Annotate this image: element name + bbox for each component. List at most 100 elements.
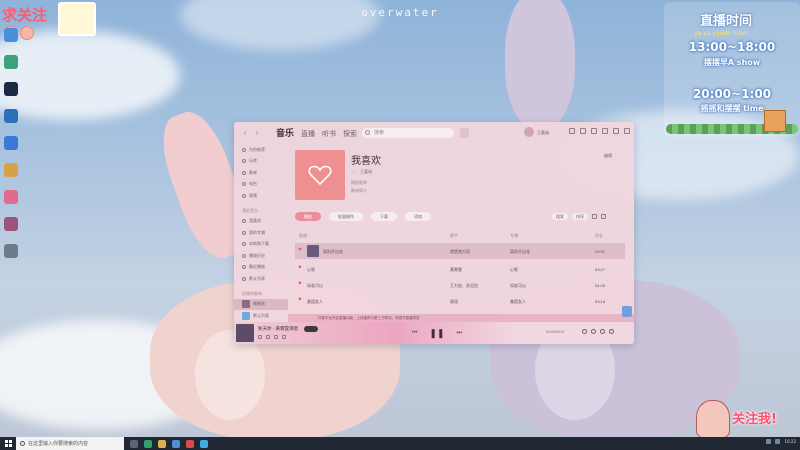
sidebar-item-playlists[interactable]: 歌单: [234, 167, 288, 179]
taskbar-search[interactable]: 在这里输入你要搜索的内容: [16, 437, 124, 450]
download-button[interactable]: 下载: [371, 212, 397, 221]
song-album[interactable]: 心呢: [510, 267, 518, 273]
sidebar-item-default-list[interactable]: 默认列表: [234, 273, 288, 285]
album-icon: [242, 230, 246, 235]
sidebar-item-recommend[interactable]: 为你推荐: [234, 144, 288, 156]
table-row[interactable]: ♥ 美国女人 周深 美国女人 03:18: [295, 293, 625, 309]
lock-icon[interactable]: [601, 214, 606, 219]
comment-icon[interactable]: [274, 335, 278, 339]
face-icon: [20, 26, 34, 40]
sidebar-item-recent[interactable]: 最近播放: [234, 262, 288, 274]
app-icon[interactable]: [186, 439, 194, 448]
window-controls: [569, 128, 630, 134]
table-row[interactable]: ♥ 离别开出花 就是南方凯 离别开出花 03:31: [295, 243, 625, 259]
pause-icon[interactable]: ❚❚: [429, 328, 444, 339]
download-icon[interactable]: [266, 335, 270, 339]
minimize-icon[interactable]: [602, 128, 608, 134]
add-button[interactable]: 添加: [405, 212, 431, 221]
forward-icon[interactable]: ›: [252, 128, 262, 137]
queue-icon[interactable]: [609, 329, 614, 334]
heart-icon[interactable]: [258, 335, 262, 339]
desktop-app-icon[interactable]: [4, 190, 18, 204]
history-icon: [242, 253, 246, 258]
song-artist[interactable]: 黄霄雲: [450, 267, 462, 273]
back-icon[interactable]: ‹: [240, 128, 250, 137]
settings-icon[interactable]: [591, 128, 597, 134]
network-icon[interactable]: [766, 439, 772, 444]
batch-button[interactable]: 批量操作: [329, 212, 363, 221]
heart-icon[interactable]: ♥: [298, 281, 302, 287]
sidebar-item-radio[interactable]: 电台: [234, 179, 288, 191]
sidebar-item-label: 播放历史: [249, 252, 265, 258]
app-icon[interactable]: [172, 439, 180, 448]
song-artist[interactable]: 周深: [450, 299, 458, 305]
tab-music[interactable]: 音乐: [276, 126, 294, 139]
heart-icon[interactable]: ♥: [298, 247, 302, 253]
heart-icon[interactable]: ♥: [298, 265, 302, 271]
desktop-app-icon[interactable]: [4, 109, 18, 123]
sidebar-playlist-item[interactable]: 睡眠歌: [234, 298, 288, 310]
edit-button[interactable]: 编辑: [604, 153, 612, 159]
maximize-icon[interactable]: [613, 128, 619, 134]
tab-audiobook[interactable]: 听书: [322, 129, 336, 139]
sort-button[interactable]: 排序: [572, 213, 588, 220]
user-profile[interactable]: 王嘉诚: [524, 127, 549, 137]
sidebar-item-video[interactable]: 视频: [234, 190, 288, 202]
desktop-app-icon[interactable]: [4, 217, 18, 231]
heart-icon[interactable]: ♥: [298, 297, 302, 303]
previous-icon[interactable]: ⏮: [412, 330, 417, 337]
song-artist[interactable]: 就是南方凯: [450, 249, 470, 255]
sidebar-item-liked[interactable]: 我喜欢: [234, 216, 288, 228]
volume-icon[interactable]: [591, 329, 596, 334]
next-icon[interactable]: ⏭: [457, 330, 462, 337]
play-all-button[interactable]: 播放: [295, 212, 321, 221]
sidebar-item-label: 为你推荐: [249, 146, 265, 152]
desktop-app-icon[interactable]: [4, 244, 18, 258]
task-view-icon[interactable]: [130, 439, 138, 448]
table-row[interactable]: ♥ 心呢 黄霄雲 心呢 03:27: [295, 261, 625, 277]
search-icon: [365, 130, 370, 135]
loop-icon[interactable]: [582, 329, 587, 334]
sidebar-section-label: 我的音乐: [242, 207, 258, 213]
song-artist[interactable]: 王力宏、苏见信: [450, 283, 478, 289]
floating-action-button[interactable]: [622, 306, 632, 317]
explorer-icon[interactable]: [158, 439, 166, 448]
sidebar-section-label: 创建的歌单: [242, 290, 262, 296]
now-playing-title[interactable]: 秋天你 - 黄霄雲演唱: [258, 326, 298, 332]
table-row[interactable]: ♥ 如若可以 王力宏、苏见信 如若可以 04:25: [295, 277, 625, 293]
search-list-button[interactable]: 搜索: [552, 213, 568, 220]
avatar: [524, 127, 534, 137]
message-icon[interactable]: [580, 128, 586, 134]
song-album[interactable]: 离别开出花: [510, 249, 530, 255]
clock[interactable]: 10:22: [784, 439, 796, 444]
playlist-owner[interactable]: 王嘉诚: [351, 169, 431, 175]
now-playing-cover[interactable]: [236, 324, 254, 342]
sidebar-item-label: 睡眠歌: [253, 301, 265, 307]
tab-explore[interactable]: 探索: [343, 129, 357, 139]
steam-icon[interactable]: [4, 82, 18, 96]
volume-icon[interactable]: [775, 439, 781, 444]
skin-icon[interactable]: [569, 128, 575, 134]
sidebar-item-albums[interactable]: 我的专辑: [234, 227, 288, 239]
edge-icon[interactable]: [144, 439, 152, 448]
song-album[interactable]: 如若可以: [510, 283, 526, 289]
more-icon[interactable]: [282, 335, 286, 339]
sidebar-item-local[interactable]: 本地和下载: [234, 239, 288, 251]
desktop-app-icon[interactable]: [4, 136, 18, 150]
song-album[interactable]: 美国女人: [510, 299, 526, 305]
settings-icon[interactable]: [592, 214, 597, 219]
desktop-app-icon[interactable]: [4, 163, 18, 177]
search-input[interactable]: 搜索: [362, 128, 454, 138]
sidebar-playlist-item[interactable]: 默认列表: [234, 310, 288, 322]
sidebar-item-library[interactable]: 乐库: [234, 156, 288, 168]
music-app-icon[interactable]: [200, 439, 208, 448]
desktop-app-icon[interactable]: [4, 55, 18, 69]
voice-search-icon[interactable]: [460, 128, 469, 138]
desktop-app-icon[interactable]: [4, 28, 18, 42]
sticker-image: [58, 2, 96, 36]
tab-live[interactable]: 直播: [301, 129, 315, 139]
lyrics-icon[interactable]: [600, 329, 605, 334]
sidebar-item-history[interactable]: 播放历史: [234, 250, 288, 262]
start-button[interactable]: [0, 437, 16, 450]
close-icon[interactable]: [624, 128, 630, 134]
